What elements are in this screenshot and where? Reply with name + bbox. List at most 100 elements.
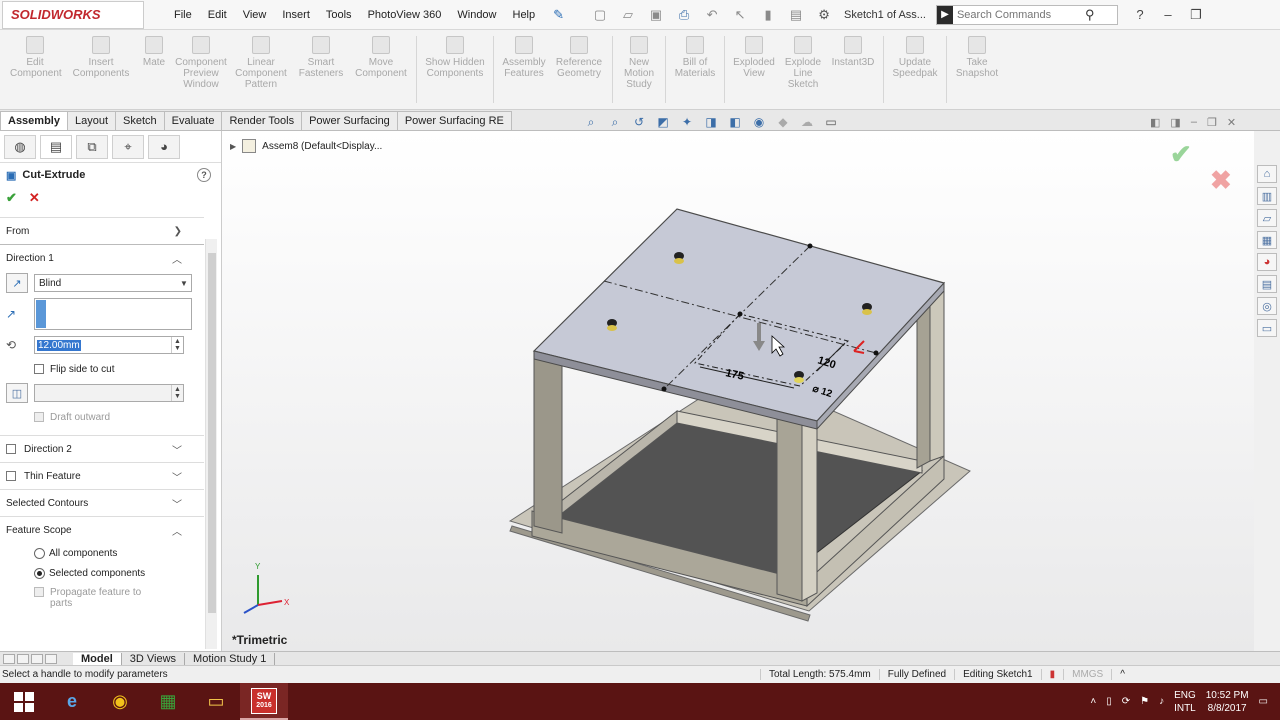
next-tab-icon[interactable] xyxy=(31,653,43,664)
minimize-icon[interactable]: – xyxy=(1154,7,1182,23)
apply-scene-icon[interactable]: ☁ xyxy=(798,114,816,130)
save-icon[interactable]: ▣ xyxy=(642,5,670,25)
solidworks-logo[interactable]: SOLIDWORKS xyxy=(2,0,144,29)
menu-photoview[interactable]: PhotoView 360 xyxy=(360,9,450,21)
restore-icon[interactable]: ❐ xyxy=(1182,7,1210,23)
tab-sketch[interactable]: Sketch xyxy=(115,111,165,130)
help-icon[interactable]: ? xyxy=(1126,7,1154,23)
instant3d-button[interactable]: Instant3D xyxy=(827,30,879,109)
tab-3d-views[interactable]: 3D Views xyxy=(122,652,186,665)
file-properties-icon[interactable]: ▤ xyxy=(782,5,810,25)
menu-tools[interactable]: Tools xyxy=(318,9,360,21)
thin-feature-section-header[interactable]: Thin Feature ﹀ xyxy=(0,462,204,489)
dimxpert-tab-icon[interactable]: ⌖ xyxy=(112,134,144,159)
direction2-checkbox[interactable] xyxy=(6,444,16,454)
chrome-icon[interactable]: ◉ xyxy=(96,683,144,720)
clock[interactable]: 10:52 PM 8/8/2017 xyxy=(1206,689,1249,715)
insert-components-button[interactable]: Insert Components xyxy=(66,30,136,109)
smart-fasteners-button[interactable]: Smart Fasteners xyxy=(292,30,350,109)
dynamic-annotation-icon[interactable]: ✦ xyxy=(678,114,696,130)
menu-file[interactable]: File xyxy=(166,9,200,21)
tab-evaluate[interactable]: Evaluate xyxy=(163,111,223,130)
file-explorer-icon[interactable]: ▱ xyxy=(1257,209,1277,227)
view-settings-icon[interactable]: ▭ xyxy=(822,114,840,130)
open-icon[interactable]: ▱ xyxy=(614,5,642,25)
draft-icon[interactable]: ◫ xyxy=(6,383,28,403)
notifications-icon[interactable]: ▭ xyxy=(1259,696,1268,707)
viewport-restore-icon[interactable]: ❐ xyxy=(1207,116,1217,129)
pin-icon[interactable]: ✎ xyxy=(553,7,564,23)
reverse-direction-icon[interactable]: ↗ xyxy=(6,273,28,293)
search-icon[interactable]: ⚲ xyxy=(1085,7,1095,23)
selected-components-radio[interactable]: Selected components xyxy=(0,563,221,583)
new-motion-study-button[interactable]: New Motion Study xyxy=(617,30,661,109)
status-units[interactable]: MMGS xyxy=(1063,669,1111,680)
print-icon[interactable]: ⎙ xyxy=(670,5,698,25)
property-manager-scrollbar[interactable] xyxy=(205,239,217,649)
configuration-manager-tab-icon[interactable]: ⧉ xyxy=(76,134,108,159)
menu-window[interactable]: Window xyxy=(449,9,504,21)
search-commands[interactable]: ▶ ⚲ xyxy=(935,4,1118,25)
input-language[interactable]: ENG INTL xyxy=(1174,689,1196,715)
flag-icon[interactable]: ⚑ xyxy=(1140,696,1149,707)
viewport-close-icon[interactable]: ✕ xyxy=(1227,116,1236,129)
tab-render-tools[interactable]: Render Tools xyxy=(221,111,303,130)
first-tab-icon[interactable] xyxy=(3,653,15,664)
update-speedpak-button[interactable]: Update Speedpak xyxy=(888,30,942,109)
comments-icon[interactable]: ▭ xyxy=(1257,319,1277,337)
device-icon[interactable]: ▯ xyxy=(1106,696,1112,707)
display-manager-tab-icon[interactable]: ◕ xyxy=(148,134,180,159)
design-library-icon[interactable]: ▥ xyxy=(1257,187,1277,205)
end-condition-select[interactable]: Blind ▼ xyxy=(34,274,192,292)
direction1-section-header[interactable]: Direction 1 ︿ xyxy=(0,244,204,271)
from-section-header[interactable]: From ❯ xyxy=(0,217,204,244)
component-preview-button[interactable]: Component Preview Window xyxy=(172,30,230,109)
status-dropdown-icon[interactable]: ^ xyxy=(1111,669,1133,680)
menu-insert[interactable]: Insert xyxy=(274,9,318,21)
menu-edit[interactable]: Edit xyxy=(200,9,235,21)
file-explorer-taskbar-icon[interactable]: ▭ xyxy=(192,683,240,720)
forum-icon[interactable]: ◎ xyxy=(1257,297,1277,315)
tab-model[interactable]: Model xyxy=(73,652,122,665)
viewport-prev-icon[interactable]: ◧ xyxy=(1150,116,1160,129)
thin-feature-checkbox[interactable] xyxy=(6,471,16,481)
sync-icon[interactable]: ⟳ xyxy=(1122,696,1130,707)
undo-icon[interactable]: ↶ xyxy=(698,5,726,25)
section-view-icon[interactable]: ◩ xyxy=(654,114,672,130)
volume-icon[interactable]: ♪ xyxy=(1159,696,1164,707)
select-icon[interactable]: ↖ xyxy=(726,5,754,25)
show-hidden-icons-icon[interactable]: ˄ xyxy=(1090,696,1096,707)
ok-icon[interactable]: ✔ xyxy=(6,190,17,206)
rebuild-icon[interactable]: ▮ xyxy=(754,5,782,25)
spin-buttons[interactable]: ▲ ▼ xyxy=(171,385,183,401)
flip-side-checkbox[interactable]: Flip side to cut xyxy=(0,357,221,381)
mate-button[interactable]: Mate xyxy=(136,30,172,109)
feature-manager-tab-icon[interactable]: ◍ xyxy=(4,134,36,159)
depth-input[interactable]: 12.00mm ▲ ▼ xyxy=(34,336,184,354)
draft-angle-input[interactable]: ▲ ▼ xyxy=(34,384,184,402)
tab-motion-study[interactable]: Motion Study 1 xyxy=(185,652,276,665)
previous-view-icon[interactable]: ↺ xyxy=(630,114,648,130)
feature-scope-section-header[interactable]: Feature Scope ︿ xyxy=(0,516,204,543)
display-style-icon[interactable]: ◧ xyxy=(726,114,744,130)
tab-layout[interactable]: Layout xyxy=(66,111,117,130)
hide-show-items-icon[interactable]: ◉ xyxy=(750,114,768,130)
property-manager-tab-icon[interactable]: ▤ xyxy=(40,134,72,159)
prev-tab-icon[interactable] xyxy=(17,653,29,664)
linear-pattern-button[interactable]: Linear Component Pattern xyxy=(230,30,292,109)
store-icon[interactable]: ▦ xyxy=(144,683,192,720)
viewport-minimize-icon[interactable]: – xyxy=(1191,116,1197,129)
edit-component-button[interactable]: Edit Component xyxy=(4,30,66,109)
search-input[interactable] xyxy=(952,8,1083,21)
tab-assembly[interactable]: Assembly xyxy=(0,111,68,130)
explode-line-sketch-button[interactable]: Explode Line Sketch xyxy=(779,30,827,109)
show-hidden-button[interactable]: Show Hidden Components xyxy=(421,30,489,109)
new-icon[interactable]: ▢ xyxy=(586,5,614,25)
scrollbar-thumb[interactable] xyxy=(208,253,216,613)
direction-selection-box[interactable] xyxy=(34,298,192,330)
viewport-next-icon[interactable]: ◨ xyxy=(1170,116,1180,129)
move-component-button[interactable]: Move Component xyxy=(350,30,412,109)
help-icon[interactable]: ? xyxy=(197,168,211,182)
spin-buttons[interactable]: ▲ ▼ xyxy=(171,337,183,353)
last-tab-icon[interactable] xyxy=(45,653,57,664)
